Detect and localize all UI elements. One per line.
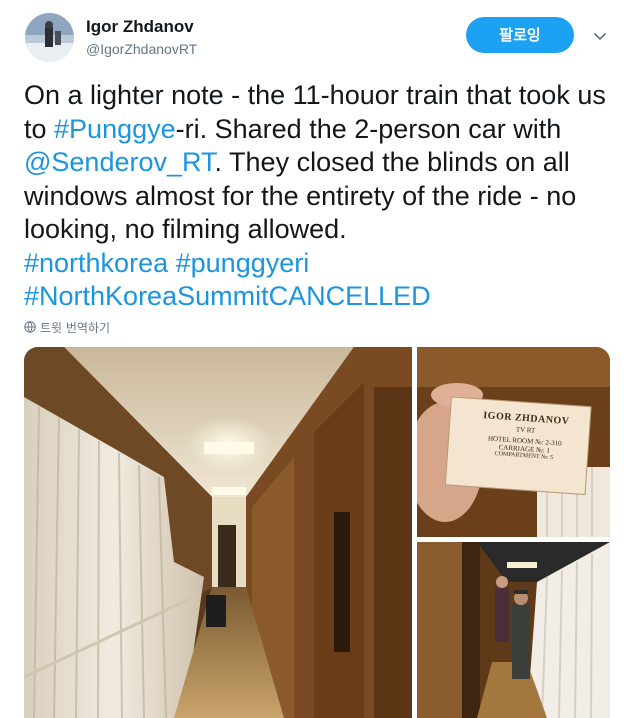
chevron-down-icon[interactable] <box>592 28 608 44</box>
hashtag-link[interactable]: #punggyeri <box>176 248 310 278</box>
tweet-text: On a lighter note - the 11-houor train t… <box>24 79 614 314</box>
corridor-attendant-photo[interactable] <box>417 542 610 718</box>
display-name[interactable]: Igor Zhdanov <box>86 17 194 37</box>
hashtag-link[interactable]: #NorthKoreaSummitCANCELLED <box>24 281 431 311</box>
train-corridor-photo[interactable] <box>24 347 412 718</box>
mention-link[interactable]: @Senderov_RT <box>24 147 215 177</box>
hashtag-link[interactable]: #Punggye <box>54 114 176 144</box>
following-button[interactable]: 팔로잉 <box>466 17 574 53</box>
hashtag-link[interactable]: #northkorea <box>24 248 168 278</box>
ticket-text: IGOR ZHDANOV TV RT HOTEL ROOM №: 2-310 C… <box>454 408 597 464</box>
avatar[interactable] <box>25 13 74 62</box>
tweet-text-part: -ri. Shared the 2-person car with <box>175 113 562 144</box>
translate-tweet-link[interactable]: 트윗 번역하기 <box>24 318 110 336</box>
user-handle[interactable]: @IgorZhdanovRT <box>86 41 197 57</box>
translate-label: 트윗 번역하기 <box>40 320 111 335</box>
globe-icon <box>24 321 36 333</box>
tweet-header: Igor Zhdanov @IgorZhdanovRT 팔로잉 <box>0 0 628 80</box>
media-grid: IGOR ZHDANOV TV RT HOTEL ROOM №: 2-310 C… <box>24 347 610 718</box>
